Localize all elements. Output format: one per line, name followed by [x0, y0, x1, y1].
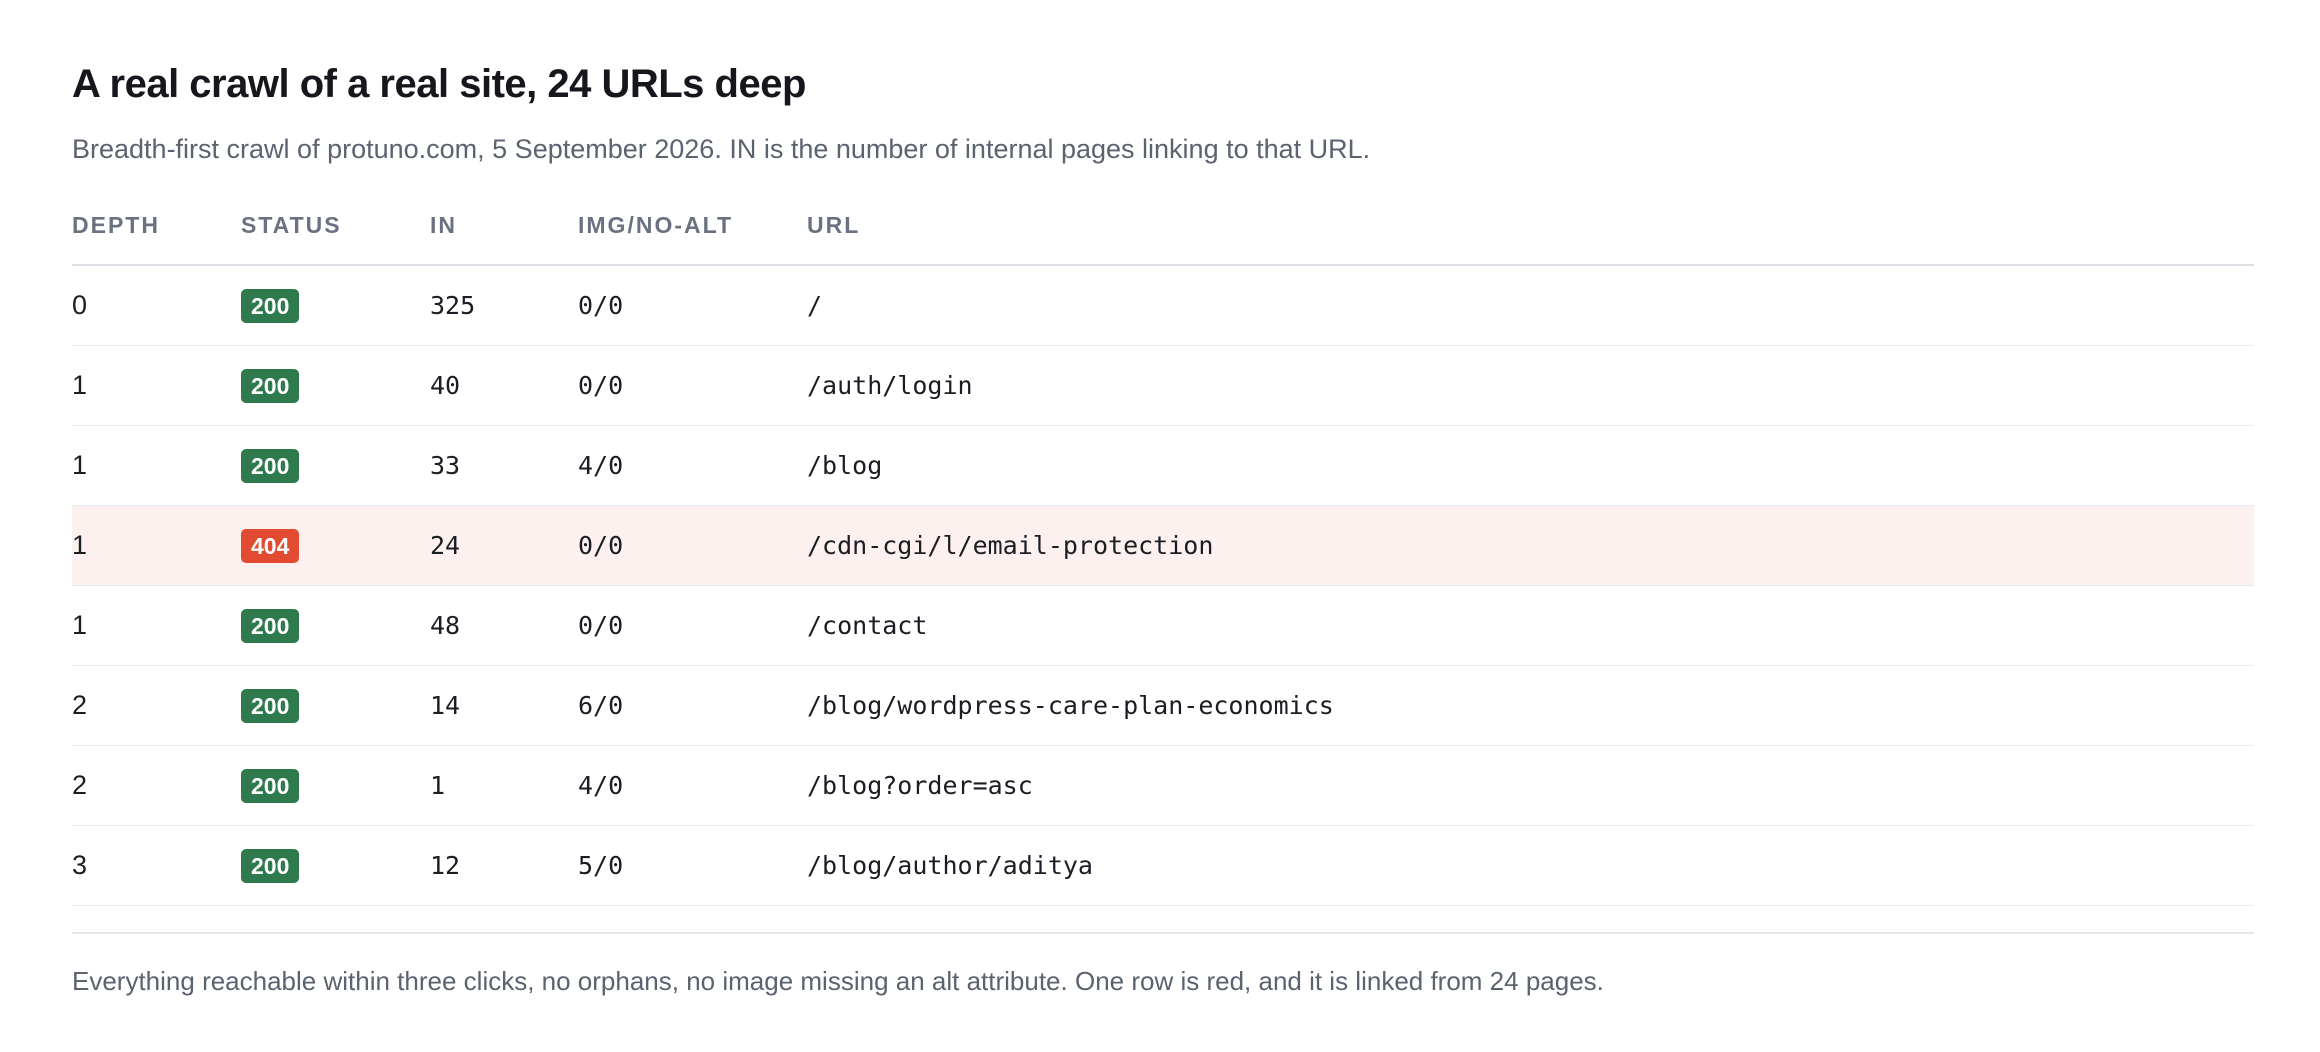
footer-note: Everything reachable within three clicks… — [72, 966, 1604, 996]
status-cell: 200 — [241, 425, 430, 506]
img-no-alt-cell: 4/0 — [578, 425, 807, 506]
inlinks-cell: 24 — [430, 505, 578, 586]
table-row: 1 200 33 4/0/blog — [72, 425, 2254, 506]
status-cell: 404 — [241, 505, 430, 586]
inlinks-cell: 12 — [430, 825, 578, 906]
depth-cell: 2 — [72, 665, 241, 746]
table-row: 3 200 12 5/0/blog/author/aditya — [72, 825, 2254, 906]
table-header: DEPTH STATUS IN IMG/NO-ALT URL — [72, 200, 2254, 266]
url-cell: /blog — [807, 425, 2254, 506]
img-no-alt-cell: 5/0 — [578, 825, 807, 906]
status-badge: 200 — [241, 768, 300, 803]
url-cell: /blog/author/aditya — [807, 825, 2254, 906]
table-row: 1 200 48 0/0/contact — [72, 585, 2254, 666]
url-cell: /auth/login — [807, 345, 2254, 426]
depth-cell: 0 — [72, 265, 241, 346]
status-cell: 200 — [241, 345, 430, 426]
column-header-in: IN — [430, 200, 578, 266]
status-badge: 200 — [241, 688, 300, 723]
img-no-alt-cell: 0/0 — [578, 345, 807, 426]
url-cell: /cdn-cgi/l/email-protection — [807, 505, 2254, 586]
status-cell: 200 — [241, 665, 430, 746]
inlinks-cell: 33 — [430, 425, 578, 506]
url-cell: /blog/wordpress-care-plan-economics — [807, 665, 2254, 746]
table-row: 2 200 1 4/0/blog?order=asc — [72, 745, 2254, 826]
status-cell: 200 — [241, 585, 430, 666]
inlinks-cell: 325 — [430, 265, 578, 346]
status-cell: 200 — [241, 825, 430, 906]
img-no-alt-cell: 0/0 — [578, 265, 807, 346]
status-cell: 200 — [241, 265, 430, 346]
status-badge: 404 — [241, 528, 300, 563]
column-header-status: STATUS — [241, 200, 430, 266]
table-row: 1 404 24 0/0/cdn-cgi/l/email-protection — [72, 505, 2254, 586]
inlinks-cell: 40 — [430, 345, 578, 426]
column-header-img-no-alt: IMG/NO-ALT — [578, 200, 807, 266]
url-cell: /blog?order=asc — [807, 745, 2254, 826]
status-cell: 200 — [241, 745, 430, 826]
table-body: 0 200 325 0/0/1 200 40 0/0/auth/login 1 200 33 4/0… — [72, 265, 2254, 906]
img-no-alt-cell: 0/0 — [578, 505, 807, 586]
status-badge: 200 — [241, 608, 300, 643]
img-no-alt-cell: 4/0 — [578, 745, 807, 826]
table-row: 0 200 325 0/0/ — [72, 265, 2254, 346]
inlinks-cell: 1 — [430, 745, 578, 826]
depth-cell: 3 — [72, 825, 241, 906]
depth-cell: 1 — [72, 585, 241, 666]
status-badge: 200 — [241, 368, 300, 403]
page-subtitle: Breadth-first crawl of protuno.com, 5 Se… — [72, 134, 1371, 164]
img-no-alt-cell: 0/0 — [578, 585, 807, 666]
depth-cell: 1 — [72, 425, 241, 506]
inlinks-cell: 14 — [430, 665, 578, 746]
page-title: A real crawl of a real site, 24 URLs dee… — [72, 62, 806, 106]
footer-divider — [72, 932, 2254, 934]
column-header-depth: DEPTH — [72, 200, 241, 266]
inlinks-cell: 48 — [430, 585, 578, 666]
img-no-alt-cell: 6/0 — [578, 665, 807, 746]
table-row: 2 200 14 6/0/blog/wordpress-care-plan-econo… — [72, 665, 2254, 746]
depth-cell: 2 — [72, 745, 241, 826]
depth-cell: 1 — [72, 505, 241, 586]
status-badge: 200 — [241, 288, 300, 323]
url-cell: / — [807, 265, 2254, 346]
status-badge: 200 — [241, 848, 300, 883]
crawl-table: DEPTH STATUS IN IMG/NO-ALT URL 0 200 325 0/… — [72, 200, 2254, 906]
table-row: 1 200 40 0/0/auth/login — [72, 345, 2254, 426]
column-header-url: URL — [807, 200, 2254, 266]
url-cell: /contact — [807, 585, 2254, 666]
status-badge: 200 — [241, 448, 300, 483]
depth-cell: 1 — [72, 345, 241, 426]
